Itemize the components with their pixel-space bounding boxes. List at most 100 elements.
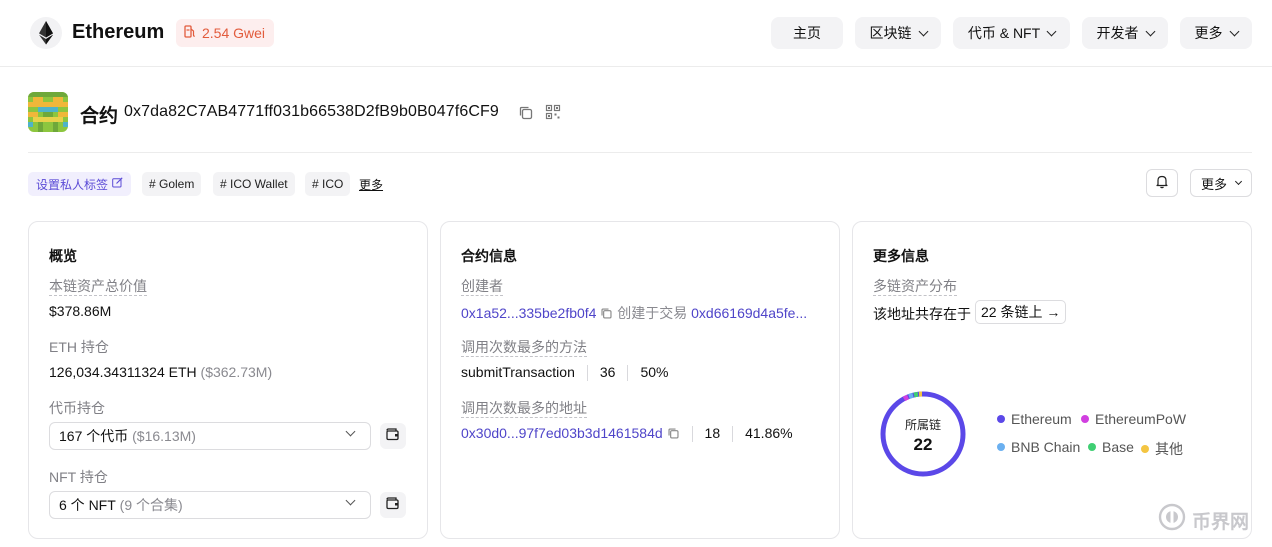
chains-count-label: 22 条链上 → [981, 304, 1061, 320]
bell-icon [1155, 174, 1169, 192]
top-method-label: 调用次数最多的方法 [461, 339, 587, 357]
legend-label: 其他 [1155, 441, 1183, 457]
legend-label: EthereumPoW [1095, 411, 1187, 427]
creator-label: 创建者 [461, 278, 503, 296]
legend-item-other: 其他 [1141, 439, 1183, 459]
exists-text: 该地址共存在于 [873, 306, 971, 322]
nav-more[interactable]: 更多 [1180, 17, 1252, 49]
token-holding-label: 代币持仓 [49, 400, 105, 416]
nft-count: 6 个 NFT [59, 497, 116, 513]
chains-count-button[interactable]: 22 条链上 → [975, 300, 1067, 324]
wallet-button[interactable] [380, 423, 406, 449]
tag-ico-wallet[interactable]: # ICO Wallet [213, 172, 295, 196]
chevron-down-icon [345, 495, 356, 506]
eth-holding-label: ETH 持仓 [49, 339, 109, 355]
page-title: 合约 [80, 106, 119, 127]
more-actions-button[interactable]: 更多 [1190, 169, 1252, 197]
top-method-row: submitTransaction 36 50% [461, 364, 669, 382]
overview-card: 概览 本链资产总价值 $378.86M ETH 持仓 126,034.34311… [28, 221, 428, 539]
nav-tokens-nft[interactable]: 代币 & NFT [953, 17, 1070, 49]
copy-icon[interactable] [518, 105, 534, 124]
more-info-card: 更多信息 多链资产分布 该地址共存在于 [852, 221, 1252, 539]
wallet-button[interactable] [380, 492, 406, 518]
watermark-text: 币界网 [1192, 511, 1250, 533]
legend-dot [1081, 415, 1089, 423]
token-usd-value: ($16.13M) [132, 428, 196, 444]
top-address-label: 调用次数最多的地址 [461, 400, 587, 418]
token-holding-select[interactable]: 167 个代币 ($16.13M) [49, 422, 371, 450]
top-address-row: 0x30d0...97f7ed03b3d1461584d 18 41.86% [461, 425, 793, 443]
contract-address: 0x7da82C7AB4771ff031b66538D2fB9b0B047f6C… [124, 103, 499, 120]
tag-golem[interactable]: # Golem [142, 172, 202, 196]
donut-segment-ethereumpow [902, 394, 910, 402]
donut-segment-base [913, 391, 919, 398]
nav-blockchain-label: 区块链 [869, 25, 912, 41]
chevron-down-icon [1234, 177, 1243, 185]
set-private-label-button[interactable]: 设置私人标签 [28, 172, 132, 196]
top-address-link[interactable]: 0x30d0...97f7ed03b3d1461584d [461, 425, 663, 441]
eth-usd-value: ($362.73M) [200, 364, 273, 380]
overview-title: 概览 [49, 248, 77, 264]
legend-item-bnb-chain: BNB Chain [997, 439, 1080, 455]
copy-icon[interactable] [667, 427, 680, 443]
copy-icon[interactable] [600, 307, 613, 323]
more-tags-link[interactable]: 更多 [359, 176, 383, 193]
donut-segment-bnb-chain [908, 392, 914, 399]
contract-info-card: 合约信息 创建者 0x1a52...335be2fb0f4 创建于交易 0xd6… [440, 221, 840, 539]
watermark-logo-icon [1158, 503, 1186, 537]
chain-distribution-donut: 所属链 22 [878, 389, 968, 479]
nav-more-label: 更多 [1194, 25, 1223, 41]
nft-holding-label: NFT 持仓 [49, 469, 108, 485]
brand-name[interactable]: Ethereum [72, 21, 164, 44]
gas-price-badge[interactable]: 2.54 Gwei [176, 19, 275, 47]
top-method-name: submitTransaction [461, 364, 575, 380]
wallet-icon [386, 497, 400, 513]
divider [586, 365, 588, 382]
nav-blockchain[interactable]: 区块链 [855, 17, 941, 49]
creation-tx-link[interactable]: 0xd66169d4a5fe... [691, 305, 807, 321]
notification-button[interactable] [1146, 169, 1178, 197]
legend-dot [1088, 443, 1096, 451]
creator-address-link[interactable]: 0x1a52...335be2fb0f4 [461, 305, 596, 321]
legend-dot [997, 443, 1005, 451]
watermark: 币界网 [1158, 503, 1249, 537]
nft-holding-select[interactable]: 6 个 NFT (9 个合集) [49, 491, 371, 519]
edit-icon [112, 177, 123, 191]
tag-ico[interactable]: # ICO [305, 172, 351, 196]
donut-label: 所属链 [904, 418, 941, 432]
created-in-text: 创建于交易 [617, 305, 688, 321]
top-bar: Ethereum 2.54 Gwei 主页 区块链 代币 & NFT 开发者 更… [0, 0, 1272, 67]
ethereum-logo-icon[interactable] [30, 17, 62, 49]
nav-tokens-nft-label: 代币 & NFT [967, 25, 1041, 41]
top-address-percent: 41.86% [745, 425, 793, 441]
legend-label: BNB Chain [1011, 439, 1081, 455]
divider [732, 426, 734, 443]
donut-value: 22 [913, 435, 933, 454]
total-value-label: 本链资产总价值 [49, 278, 147, 296]
nav-home[interactable]: 主页 [771, 17, 843, 49]
chevron-down-icon [1229, 26, 1239, 36]
chevron-down-icon [1145, 26, 1155, 36]
legend-item-base: Base [1088, 439, 1134, 455]
legend-label: Base [1102, 439, 1134, 455]
chevron-down-icon [918, 26, 928, 36]
legend-item-ethereum: Ethereum [997, 411, 1072, 427]
top-method-percent: 50% [640, 364, 669, 380]
top-method-count: 36 [599, 364, 616, 380]
top-address-count: 18 [704, 425, 721, 441]
token-count: 167 个代币 [59, 428, 129, 444]
nav-developers-label: 开发者 [1096, 25, 1139, 41]
eth-holding-value: 126,034.34311324 ETH ($362.73M) [49, 364, 272, 380]
wallet-icon [386, 428, 400, 444]
eth-amount: 126,034.34311324 ETH [49, 364, 197, 380]
divider [627, 365, 629, 382]
nav-developers[interactable]: 开发者 [1082, 17, 1168, 49]
creator-row: 0x1a52...335be2fb0f4 创建于交易 0xd66169d4a5f… [461, 303, 807, 323]
nav-home-label: 主页 [793, 25, 821, 41]
qr-code-icon[interactable] [545, 104, 561, 123]
private-label-text: 设置私人标签 [36, 177, 109, 192]
more-actions-label: 更多 [1200, 176, 1227, 192]
divider [28, 152, 1252, 153]
legend-dot [1141, 445, 1149, 453]
chevron-down-icon [345, 426, 356, 437]
